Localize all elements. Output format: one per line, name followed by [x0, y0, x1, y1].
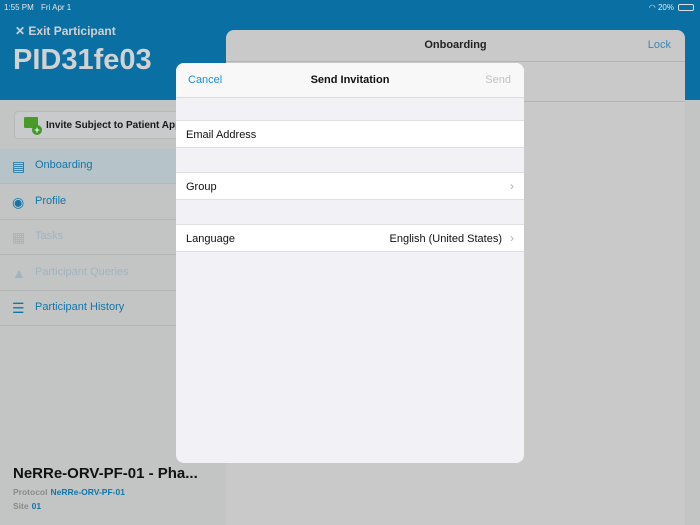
language-value: English (United States)	[389, 233, 503, 245]
person-icon: ◉	[12, 194, 25, 210]
nav-label: Participant History	[35, 301, 125, 313]
group-row[interactable]: Group ›	[176, 172, 524, 200]
plus-icon: +	[32, 125, 42, 135]
nav-label: Profile	[35, 195, 67, 207]
site-value: 01	[31, 501, 42, 511]
protocol-value: NeRRe-ORV-PF-01	[50, 487, 125, 497]
wifi-battery: ◠ 20%	[649, 3, 674, 12]
invite-label: Invite Subject to Patient App	[46, 120, 182, 131]
site-info: Site 01	[13, 501, 41, 511]
history-icon: ☰	[12, 300, 25, 316]
battery-icon	[678, 4, 694, 11]
sheet-title: Onboarding	[424, 39, 487, 51]
divider	[226, 61, 685, 62]
modal-title: Send Invitation	[310, 74, 390, 86]
nav-label: Tasks	[35, 230, 64, 242]
protocol-info: Protocol NeRRe-ORV-PF-01	[13, 487, 125, 497]
calendar-icon: ▦	[12, 229, 26, 245]
protocol-label: Protocol	[13, 487, 48, 497]
wifi-icon: ◠	[648, 3, 658, 12]
status-date: Fri Apr 1	[41, 3, 72, 12]
send-invitation-modal: Cancel Send Invitation Send Email Addres…	[176, 63, 524, 463]
study-title: NeRRe-ORV-PF-01 - Pha...	[13, 465, 198, 482]
lock-button[interactable]: Lock	[648, 39, 671, 51]
email-address-field[interactable]: Email Address	[176, 120, 524, 148]
exit-participant-button[interactable]: ✕ Exit Participant	[15, 24, 116, 38]
email-label: Email Address	[186, 129, 257, 141]
site-label: Site	[13, 501, 29, 511]
queries-icon: ▲	[12, 265, 26, 281]
chevron-right-icon: ›	[510, 179, 514, 193]
group-label: Group	[186, 181, 217, 193]
language-label: Language	[186, 233, 235, 245]
language-row[interactable]: Language English (United States) ›	[176, 224, 524, 252]
clipboard-icon: ▤	[12, 158, 26, 174]
battery-percent: 20%	[657, 3, 674, 12]
modal-nav-bar: Cancel Send Invitation Send	[176, 63, 524, 98]
chevron-right-icon: ›	[510, 231, 514, 245]
status-time: 1:55 PM	[4, 3, 34, 12]
nav-label: Participant Queries	[35, 266, 129, 278]
participant-id: PID31fe03	[13, 44, 152, 76]
nav-label: Onboarding	[35, 159, 93, 171]
send-button[interactable]: Send	[485, 74, 511, 86]
